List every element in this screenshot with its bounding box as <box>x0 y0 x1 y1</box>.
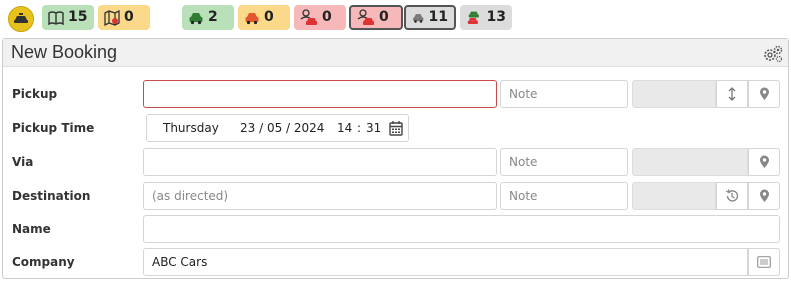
name-input[interactable] <box>143 215 780 243</box>
destination-row: Destination (as directed) Note <box>3 182 788 210</box>
driver-alert-count: 0 <box>322 9 332 25</box>
destination-map-button[interactable] <box>748 182 780 210</box>
destination-label: Destination <box>12 189 91 203</box>
via-zone-field <box>632 148 748 176</box>
status-bar: 15 0 2 0 0 0 11 13 <box>0 0 791 36</box>
driver-alert-selected-chip[interactable]: 0 <box>349 5 403 30</box>
destination-note-input[interactable]: Note <box>500 182 628 210</box>
new-booking-panel: New Booking Pickup Note Pickup Time Thur… <box>2 38 789 279</box>
pickup-hour[interactable]: 14 <box>337 121 352 135</box>
map-pin-icon <box>759 87 769 100</box>
car-icon <box>189 12 203 24</box>
bookings-chip[interactable]: 15 <box>42 5 94 30</box>
busy-count: 0 <box>264 9 274 25</box>
book-icon <box>48 10 64 25</box>
pickup-zone-field <box>632 80 716 108</box>
total-count: 13 <box>486 9 506 25</box>
name-label: Name <box>12 222 51 236</box>
driver-car-icon <box>300 8 317 25</box>
time-separator: : <box>357 121 362 135</box>
total-cars-chip[interactable]: 13 <box>460 5 512 30</box>
pickup-minute[interactable]: 31 <box>366 121 381 135</box>
company-lookup-button[interactable] <box>748 248 780 276</box>
destination-input[interactable]: (as directed) <box>143 182 497 210</box>
available-cars-chip[interactable]: 2 <box>182 5 234 30</box>
unassigned-chip[interactable]: 0 <box>98 5 150 30</box>
pickup-input[interactable] <box>143 80 497 108</box>
pickup-time-label: Pickup Time <box>12 121 95 135</box>
panel-header: New Booking <box>3 39 788 67</box>
via-map-button[interactable] <box>748 148 780 176</box>
offline-cars-chip[interactable]: 11 <box>404 5 456 30</box>
pickup-date[interactable]: 23 / 05 / 2024 <box>240 121 324 135</box>
pickup-day: Thursday <box>163 121 219 135</box>
company-row: Company ABC Cars <box>3 248 788 276</box>
driver-alert-selected-count: 0 <box>379 9 389 25</box>
map-pin-icon <box>759 155 769 168</box>
driver-car-icon <box>357 8 374 25</box>
page-title: New Booking <box>11 42 118 62</box>
pickup-time-row: Pickup Time Thursday 23 / 05 / 2024 14 :… <box>3 114 788 142</box>
busy-cars-chip[interactable]: 0 <box>238 5 290 30</box>
pickup-swap-button[interactable] <box>716 80 748 108</box>
map-icon <box>104 9 120 26</box>
driver-alert-chip[interactable]: 0 <box>294 5 346 30</box>
name-row: Name <box>3 215 788 243</box>
car-icon <box>413 13 424 23</box>
destination-zone-field <box>632 182 716 210</box>
via-row: Via Note <box>3 148 788 176</box>
pickup-note-input[interactable]: Note <box>500 80 628 108</box>
pickup-row: Pickup Note <box>3 80 788 108</box>
available-count: 2 <box>208 9 218 25</box>
via-input[interactable] <box>143 148 497 176</box>
card-list-icon <box>757 256 771 268</box>
via-note-input[interactable]: Note <box>500 148 628 176</box>
bookings-count: 15 <box>68 9 88 25</box>
taxi-logo-icon[interactable] <box>8 6 34 32</box>
swap-vertical-icon <box>728 87 736 101</box>
settings-gears-icon[interactable] <box>762 44 784 64</box>
calendar-icon[interactable] <box>389 120 403 136</box>
pickup-map-button[interactable] <box>748 80 780 108</box>
pickup-label: Pickup <box>12 87 58 101</box>
via-label: Via <box>12 155 34 169</box>
history-icon <box>725 189 739 202</box>
car-icon <box>245 12 259 24</box>
unassigned-count: 0 <box>124 9 134 25</box>
pickup-datetime-picker[interactable]: Thursday 23 / 05 / 2024 14 : 31 <box>146 114 409 142</box>
map-pin-icon <box>759 189 769 202</box>
offline-count: 11 <box>428 9 448 25</box>
company-label: Company <box>12 255 75 269</box>
company-input[interactable]: ABC Cars <box>143 248 748 276</box>
destination-history-button[interactable] <box>716 182 748 210</box>
car-stack-icon <box>467 11 479 24</box>
